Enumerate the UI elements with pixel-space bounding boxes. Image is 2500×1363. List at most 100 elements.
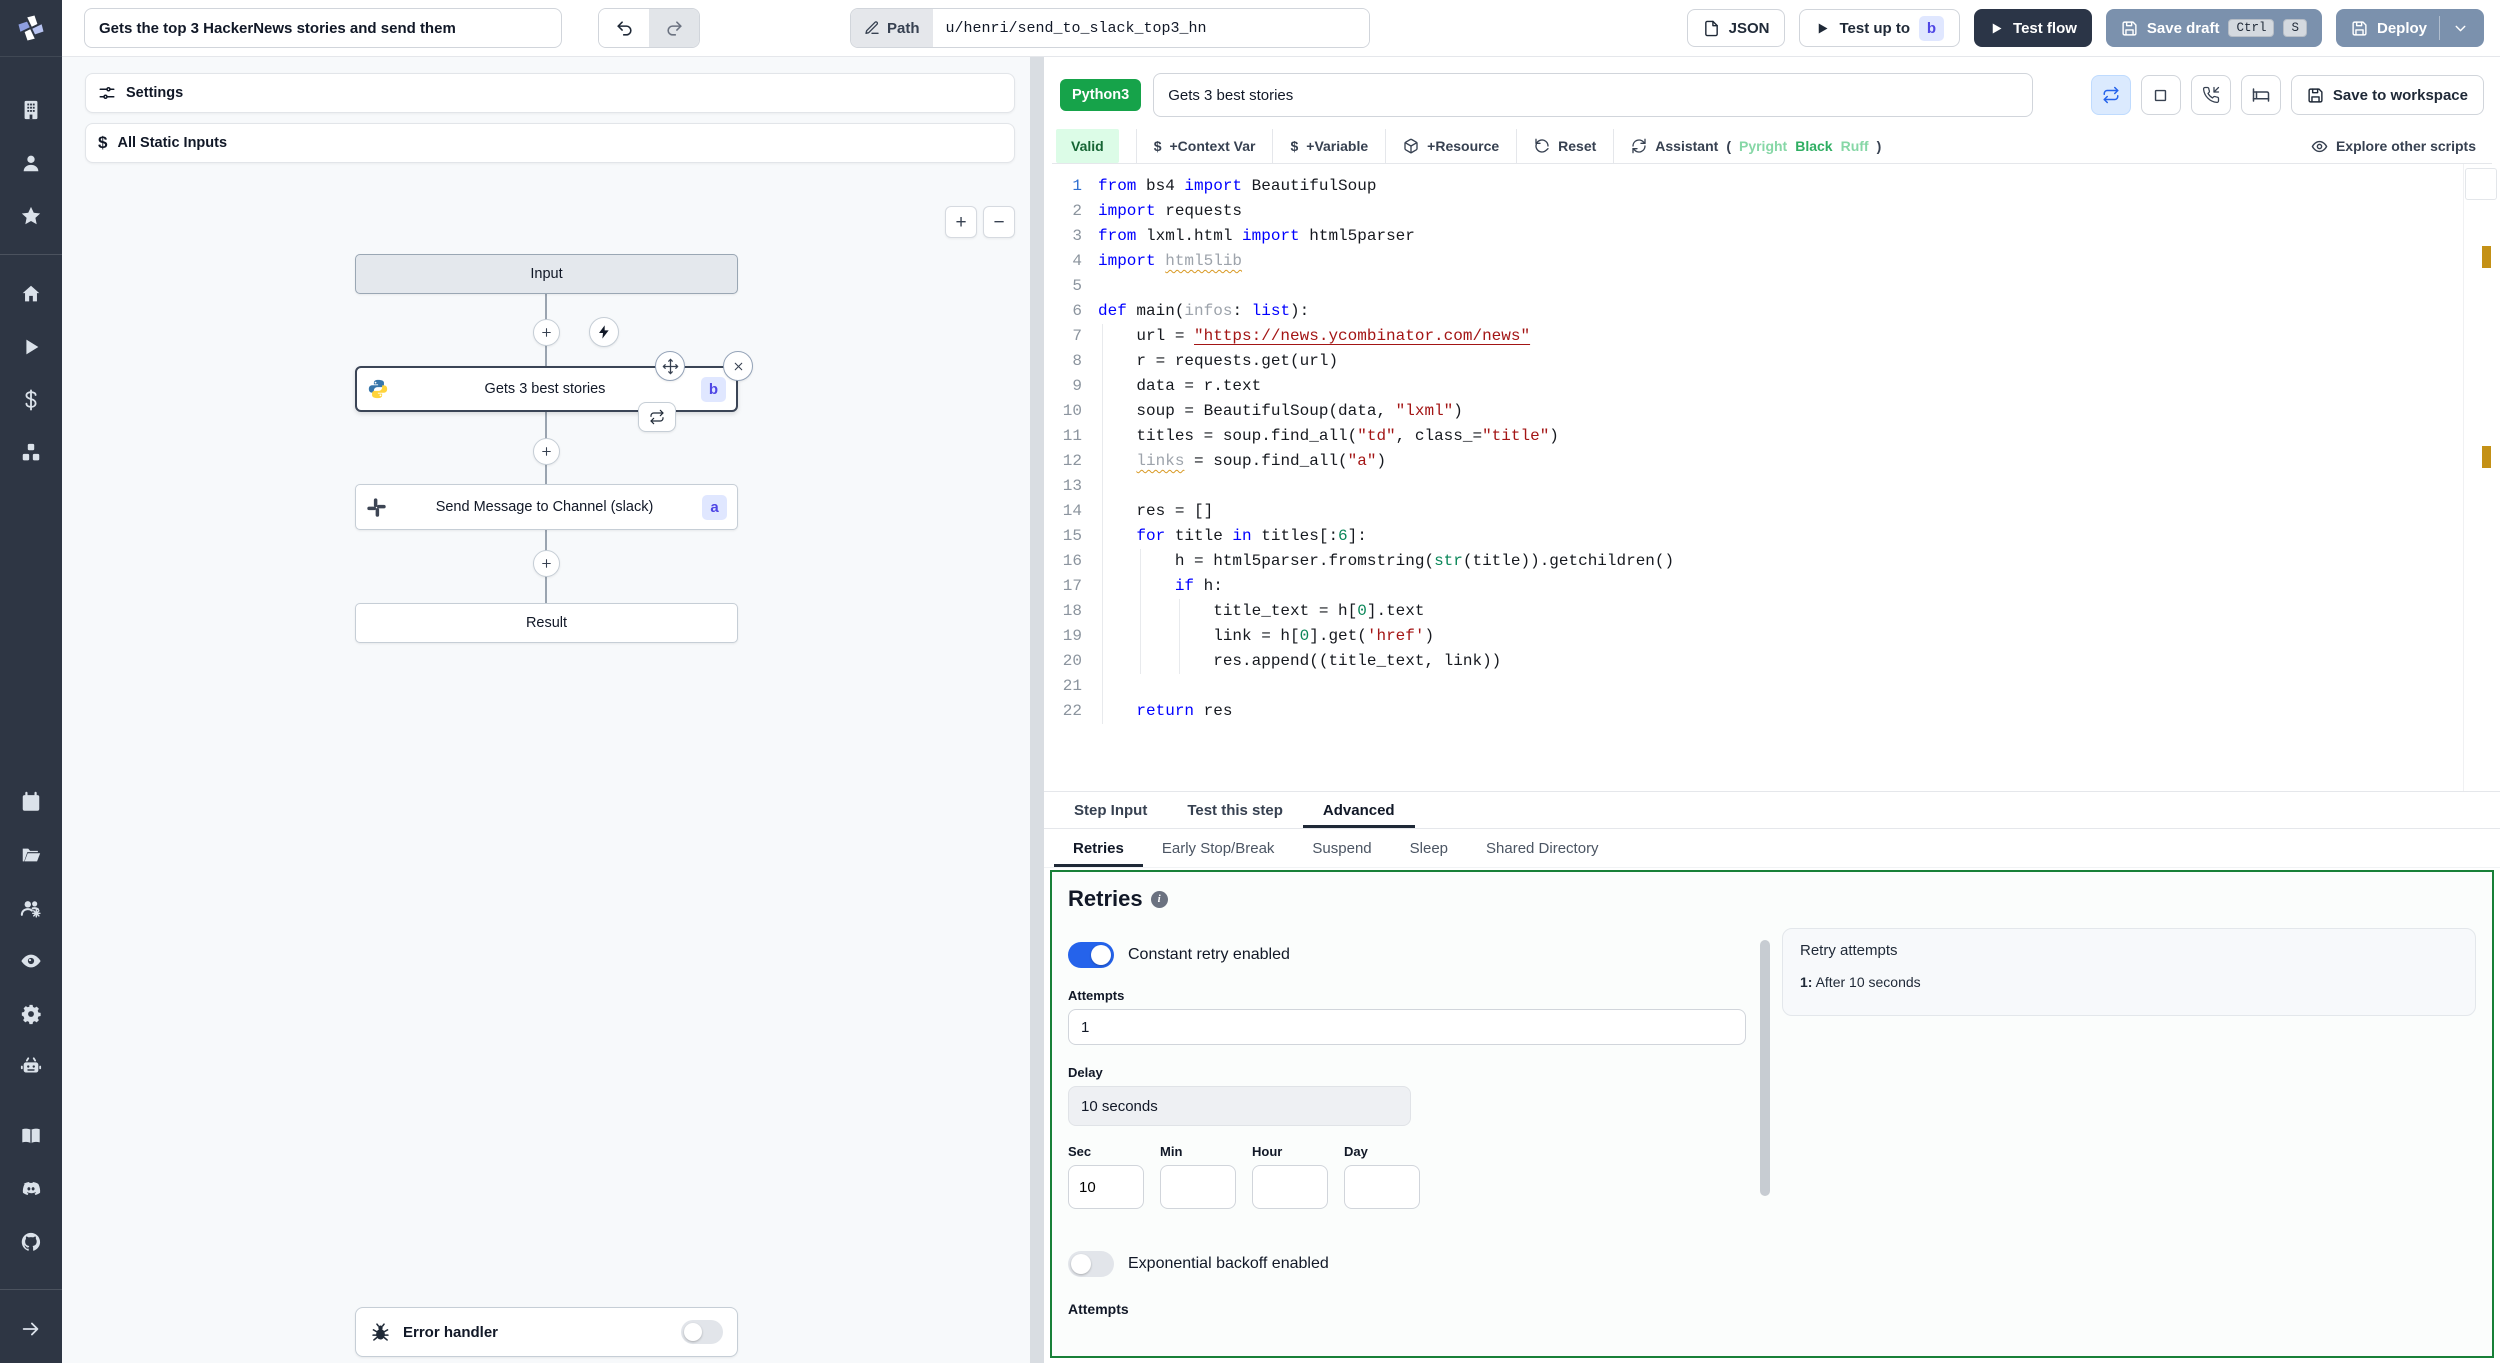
- save-to-workspace-button[interactable]: Save to workspace: [2290, 75, 2484, 115]
- zoom-out-button[interactable]: −: [983, 206, 1015, 238]
- sidebar-item-eye[interactable]: [0, 934, 62, 987]
- info-icon[interactable]: i: [1150, 890, 1168, 908]
- add-step-button[interactable]: [533, 550, 560, 577]
- windmill-logo[interactable]: [0, 0, 62, 57]
- move-step-handle[interactable]: [655, 351, 685, 381]
- explore-other-scripts-button[interactable]: Explore other scripts: [2295, 129, 2492, 163]
- panel-splitter[interactable]: [1030, 57, 1044, 1363]
- all-static-inputs-button[interactable]: $ All Static Inputs: [85, 123, 1015, 163]
- tab-test-this-step[interactable]: Test this step: [1167, 792, 1303, 828]
- sidebar-item-building[interactable]: [0, 83, 62, 136]
- sidebar-item-discord[interactable]: [0, 1162, 62, 1215]
- flow-settings-button[interactable]: Settings: [85, 73, 1015, 113]
- undo-button[interactable]: [599, 9, 649, 47]
- flow-title-input[interactable]: [84, 8, 562, 48]
- assistant-button[interactable]: Assistant (Pyright Black Ruff): [1613, 129, 1898, 163]
- save-icon: [2352, 20, 2367, 36]
- sleep-button[interactable]: [2240, 75, 2281, 115]
- json-label: JSON: [1728, 19, 1770, 37]
- min-input[interactable]: [1160, 1165, 1236, 1209]
- zoom-in-button[interactable]: +: [945, 206, 977, 238]
- add-resource-label: +Resource: [1427, 138, 1500, 154]
- add-resource-button[interactable]: +Resource: [1385, 129, 1516, 163]
- sidebar-item-calendar[interactable]: [0, 775, 62, 828]
- sidebar-item-user-group[interactable]: [0, 881, 62, 934]
- delay-input[interactable]: [1068, 1086, 1411, 1126]
- sidebar-item-cubes[interactable]: [0, 426, 62, 479]
- reset-button[interactable]: Reset: [1516, 129, 1613, 163]
- code-editor[interactable]: 1 from bs4 import BeautifulSoup 2 import re…: [1044, 164, 2500, 791]
- hour-input[interactable]: [1252, 1165, 1328, 1209]
- sidebar-item-user[interactable]: [0, 136, 62, 189]
- flow-node-result[interactable]: Result: [355, 603, 738, 643]
- step-tabs: Step Input Test this step Advanced: [1044, 791, 2500, 829]
- flow-node-input[interactable]: Input: [355, 254, 738, 294]
- assistant-pyright: Pyright: [1738, 138, 1788, 154]
- test-up-to-button[interactable]: Test up to b: [1799, 9, 1961, 47]
- tab-step-input[interactable]: Step Input: [1054, 792, 1167, 828]
- warning-marker: [2482, 246, 2491, 268]
- test-flow-button[interactable]: Test flow: [1974, 9, 2092, 47]
- error-handler-node[interactable]: Error handler: [355, 1307, 738, 1357]
- sidebar-item-github[interactable]: [0, 1215, 62, 1268]
- sidebar-item-home[interactable]: [0, 267, 62, 320]
- attempts-input[interactable]: [1068, 1009, 1746, 1045]
- sec-label: Sec: [1068, 1144, 1092, 1159]
- code-line: 4 import html5lib: [1072, 252, 1243, 270]
- tab-advanced[interactable]: Advanced: [1303, 792, 1415, 828]
- subtab-shared-directory[interactable]: Shared Directory: [1467, 829, 1618, 867]
- sidebar-item-book[interactable]: [0, 1109, 62, 1162]
- sidebar-item-gear[interactable]: [0, 987, 62, 1040]
- deploy-label: Deploy: [2376, 19, 2427, 37]
- wrap-in-loop-button[interactable]: [638, 402, 676, 432]
- path-input[interactable]: [932, 9, 1369, 47]
- step-title-input[interactable]: [1153, 73, 2034, 117]
- scrollbar-slider[interactable]: [2465, 168, 2497, 200]
- path-chip[interactable]: Path: [851, 9, 933, 47]
- subtab-early-stop[interactable]: Early Stop/Break: [1143, 829, 1294, 867]
- discord-icon: [22, 1181, 41, 1195]
- windmill-logo-icon: [18, 15, 44, 41]
- code-line: 14 res = []: [1044, 499, 2500, 524]
- sidebar-item-collapse[interactable]: [0, 1302, 62, 1355]
- retries-indicator-button[interactable]: [2090, 75, 2131, 115]
- sec-input[interactable]: [1068, 1165, 1144, 1209]
- sidebar-item-folder[interactable]: [0, 828, 62, 881]
- sidebar-item-play[interactable]: [0, 320, 62, 373]
- day-input[interactable]: [1344, 1165, 1420, 1209]
- deploy-button[interactable]: Deploy: [2335, 9, 2484, 47]
- sidebar-item-dollar[interactable]: [0, 373, 62, 426]
- early-stop-button[interactable]: [2140, 75, 2181, 115]
- subtab-suspend[interactable]: Suspend: [1293, 829, 1390, 867]
- add-step-button[interactable]: [533, 319, 560, 346]
- chevron-down-icon[interactable]: [2452, 20, 2469, 37]
- add-trigger-button[interactable]: [589, 317, 619, 347]
- refresh-icon: [1632, 138, 1646, 154]
- redo-button[interactable]: [649, 9, 699, 47]
- json-button[interactable]: JSON: [1686, 9, 1786, 47]
- add-variable-button[interactable]: $ +Variable: [1272, 129, 1385, 163]
- path-field: Path: [850, 8, 1370, 48]
- language-badge: Python3: [1060, 79, 1142, 111]
- add-step-button[interactable]: [533, 438, 560, 465]
- exponential-backoff-toggle[interactable]: [1068, 1251, 1114, 1277]
- save-draft-button[interactable]: Save draft Ctrl S: [2105, 9, 2322, 47]
- bug-icon: [372, 1322, 389, 1341]
- retries-scrollbar[interactable]: [1760, 940, 1770, 1196]
- constant-retry-toggle[interactable]: [1068, 942, 1114, 968]
- error-handler-toggle[interactable]: [681, 1320, 723, 1344]
- subtab-retries[interactable]: Retries: [1054, 829, 1143, 867]
- subtab-sleep[interactable]: Sleep: [1391, 829, 1467, 867]
- sidebar-item-star[interactable]: [0, 189, 62, 242]
- attempts2-label: Attempts: [1068, 1301, 1129, 1317]
- suspend-button[interactable]: [2190, 75, 2231, 115]
- test-flow-label: Test flow: [2013, 19, 2077, 37]
- user-icon: [23, 155, 39, 171]
- add-context-var-button[interactable]: $ +Context Var: [1135, 129, 1273, 163]
- delete-step-button[interactable]: [723, 351, 753, 381]
- plus-icon: [542, 447, 551, 456]
- dollar-icon: $: [1153, 138, 1162, 154]
- attempts-label: Attempts: [1068, 988, 1125, 1003]
- sidebar-item-robot[interactable]: [0, 1040, 62, 1093]
- flow-node-step-a[interactable]: Send Message to Channel (slack) a: [355, 484, 738, 530]
